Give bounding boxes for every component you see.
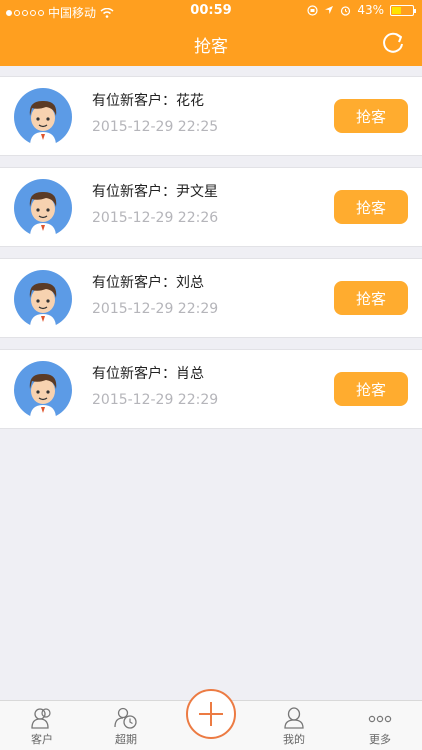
- add-button[interactable]: [186, 689, 236, 739]
- grab-customer-button[interactable]: 抢客: [334, 190, 408, 224]
- tab-label: 更多: [369, 733, 391, 746]
- tab-overdue[interactable]: 超期: [96, 707, 156, 747]
- top-bar: 中国移动 00:59 43% 抢客: [0, 0, 422, 66]
- tab-more[interactable]: 更多: [350, 707, 410, 747]
- list-item: 有位新客户：肖总 2015-12-29 22:29 抢客: [0, 349, 422, 429]
- page-title: 抢客: [194, 37, 228, 57]
- item-title: 有位新客户：尹文星: [92, 184, 218, 200]
- tab-mine[interactable]: 我的: [264, 707, 324, 747]
- avatar: [14, 88, 72, 146]
- status-bar: 中国移动 00:59 43%: [0, 0, 422, 22]
- item-date: 2015-12-29 22:29: [92, 301, 219, 317]
- overdue-icon: [114, 707, 137, 729]
- item-date: 2015-12-29 22:26: [92, 210, 219, 226]
- item-title: 有位新客户：刘总: [92, 275, 204, 291]
- battery-percent: 43%: [357, 3, 384, 17]
- item-date: 2015-12-29 22:25: [92, 119, 219, 135]
- tab-label: 客户: [31, 733, 53, 746]
- profile-icon: [284, 707, 304, 729]
- grab-customer-button[interactable]: 抢客: [334, 99, 408, 133]
- tab-label: 超期: [115, 733, 137, 746]
- more-icon: [368, 715, 392, 723]
- alarm-icon: [341, 5, 351, 16]
- item-date: 2015-12-29 22:29: [92, 392, 219, 408]
- item-title: 有位新客户：肖总: [92, 366, 204, 382]
- avatar: [14, 270, 72, 328]
- grab-customer-button[interactable]: 抢客: [334, 281, 408, 315]
- avatar: [14, 361, 72, 419]
- orientation-lock-icon: [307, 4, 318, 16]
- item-title: 有位新客户：花花: [92, 93, 204, 109]
- location-icon: [325, 6, 334, 14]
- list-item: 有位新客户：刘总 2015-12-29 22:29 抢客: [0, 258, 422, 338]
- list-item: 有位新客户：花花 2015-12-29 22:25 抢客: [0, 76, 422, 156]
- battery-icon: [390, 4, 416, 16]
- tab-customers[interactable]: 客户: [12, 707, 72, 747]
- customer-list: 有位新客户：花花 2015-12-29 22:25 抢客 有位新客户：尹文星 2…: [0, 76, 422, 440]
- refresh-icon[interactable]: [380, 30, 406, 56]
- avatar: [14, 179, 72, 237]
- customers-icon: [31, 708, 51, 729]
- tab-bar: 客户 超期 我的 更多: [0, 689, 422, 750]
- tab-label: 我的: [283, 733, 305, 746]
- grab-customer-button[interactable]: 抢客: [334, 372, 408, 406]
- list-item: 有位新客户：尹文星 2015-12-29 22:26 抢客: [0, 167, 422, 247]
